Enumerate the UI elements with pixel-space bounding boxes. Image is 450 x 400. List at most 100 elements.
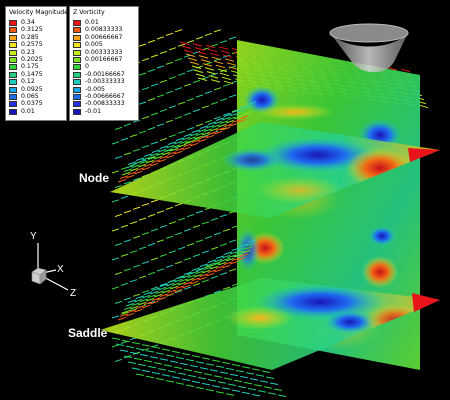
- velocity-vector: [147, 97, 156, 102]
- velocity-vector: [197, 376, 207, 380]
- velocity-vector: [117, 316, 127, 321]
- velocity-vector: [150, 257, 159, 261]
- velocity-vector: [181, 352, 191, 356]
- velocity-vector: [129, 250, 138, 254]
- velocity-vector: [150, 199, 159, 203]
- velocity-vector: [123, 239, 132, 243]
- velocity-vector: [229, 373, 239, 377]
- velocity-vector: [255, 374, 265, 377]
- velocity-vector: [204, 67, 215, 71]
- velocity-vector: [269, 382, 279, 385]
- velocity-vector: [177, 43, 186, 47]
- velocity-vector: [151, 371, 161, 375]
- legend-value: -0.00833333: [85, 100, 125, 108]
- velocity-vector: [155, 377, 165, 381]
- velocity-vector: [228, 94, 237, 98]
- velocity-vector: [195, 361, 205, 364]
- legend-value: 0.34: [21, 19, 35, 26]
- velocity-vector: [156, 65, 165, 69]
- velocity-vector: [120, 224, 129, 228]
- velocity-vector: [139, 353, 149, 357]
- velocity-vector: [201, 382, 211, 386]
- legend-color-swatch: [73, 64, 81, 71]
- axis-cube: [31, 267, 47, 285]
- velocity-vector: [192, 282, 201, 287]
- velocity-vector: [183, 228, 192, 232]
- velocity-vector: [210, 275, 219, 279]
- velocity-vector: [219, 243, 228, 247]
- legend-value: -0.00166667: [85, 70, 125, 78]
- legend-value: 0.01: [85, 19, 99, 26]
- velocity-vector: [224, 58, 235, 62]
- velocity-vector: [183, 368, 193, 372]
- velocity-vector: [196, 51, 207, 55]
- velocity-vector: [175, 382, 185, 385]
- legend-value: -0.00333333: [85, 78, 125, 86]
- velocity-vector: [171, 376, 181, 379]
- velocity-vector: [156, 239, 165, 243]
- velocity-vector: [183, 49, 194, 53]
- velocity-vector: [181, 378, 191, 381]
- velocity-vector: [114, 242, 123, 246]
- velocity-vector: [138, 130, 147, 134]
- velocity-vector: [249, 378, 259, 381]
- velocity-vector: [228, 268, 237, 272]
- legend-color-swatch: [9, 56, 17, 63]
- velocity-vector: [199, 367, 209, 370]
- velocity-vector: [198, 55, 209, 59]
- velocity-vector: [120, 137, 129, 141]
- velocity-vector: [245, 372, 255, 375]
- velocity-vector: [205, 388, 215, 392]
- velocity-vector: [138, 101, 147, 105]
- velocity-vector: [213, 232, 222, 236]
- velocity-vector: [168, 221, 177, 225]
- velocity-vector: [132, 206, 141, 210]
- velocity-vector: [189, 364, 199, 368]
- legend-color-swatch: [9, 101, 17, 108]
- velocity-vector: [220, 50, 231, 54]
- velocity-vector: [200, 59, 211, 63]
- velocity-vector: [227, 383, 237, 386]
- legend-color-swatch: [73, 42, 81, 49]
- velocity-vector: [145, 375, 155, 379]
- legend-color-swatch: [9, 108, 17, 115]
- velocity-vector: [210, 79, 221, 83]
- velocity-vector: [261, 370, 271, 373]
- velocity-vector: [239, 375, 249, 379]
- velocity-vector: [243, 381, 253, 385]
- velocity-vector: [195, 94, 204, 98]
- velocity-vector: [219, 214, 228, 218]
- velocity-vector: [174, 58, 183, 62]
- velocity-vector: [141, 261, 150, 265]
- velocity-vector: [215, 64, 226, 69]
- velocity-vector: [251, 393, 261, 397]
- velocity-vector: [120, 195, 129, 199]
- velocity-vector: [201, 357, 211, 360]
- velocity-vector: [111, 170, 120, 174]
- velocity-vector: [221, 76, 232, 81]
- velocity-vector: [247, 387, 257, 391]
- velocity-vector: [145, 350, 155, 353]
- velocity-vector: [153, 362, 163, 365]
- legend-value: 0.12: [21, 78, 35, 86]
- velocity-vector: [183, 112, 192, 116]
- velocity-vector: [135, 347, 145, 351]
- legend-value: 0.00166667: [85, 55, 123, 63]
- velocity-vector: [186, 214, 195, 218]
- velocity-vector: [141, 58, 150, 62]
- z-axis-label: Z: [70, 288, 77, 299]
- velocity-vector: [219, 272, 228, 276]
- velocity-vector: [192, 43, 203, 47]
- velocity-vector: [141, 344, 151, 347]
- velocity-vector: [189, 61, 200, 65]
- velocity-vector: [123, 210, 132, 214]
- velocity-vector: [150, 141, 159, 145]
- velocity-vector: [204, 90, 213, 94]
- velocity-vector: [168, 134, 177, 138]
- velocity-vector: [111, 337, 121, 340]
- velocity-vector: [267, 392, 277, 395]
- velocity-vector: [192, 79, 201, 84]
- velocity-vector: [215, 365, 225, 368]
- velocity-vector: [221, 361, 231, 365]
- velocity-vector: [195, 386, 205, 390]
